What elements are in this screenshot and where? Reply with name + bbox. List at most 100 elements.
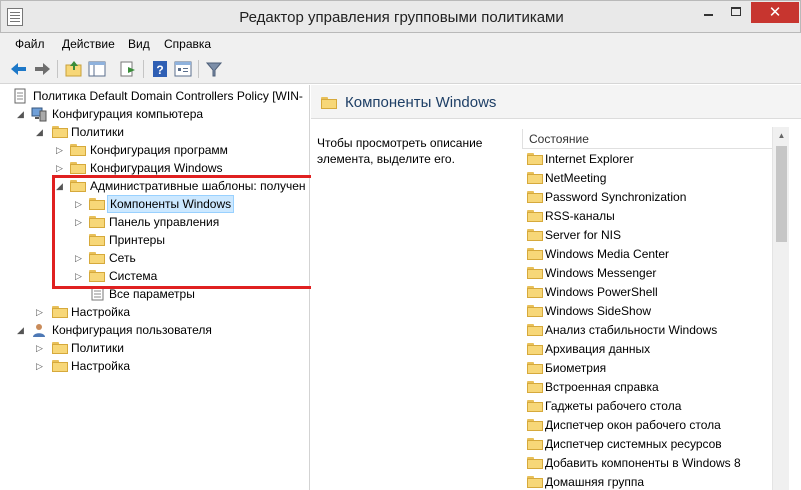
expand-arrow-icon[interactable]: ▷: [36, 342, 46, 354]
expand-arrow-icon[interactable]: ▷: [56, 162, 66, 174]
tree-item-label: Настройка: [71, 359, 131, 373]
list-item[interactable]: Windows PowerShell: [522, 282, 789, 301]
list-item[interactable]: Архивация данных: [522, 339, 789, 358]
list-item[interactable]: Домашняя группа: [522, 472, 789, 490]
list-item[interactable]: Диспетчер системных ресурсов: [522, 434, 789, 453]
list-item[interactable]: RSS-каналы: [522, 206, 789, 225]
folder-icon: [527, 457, 543, 469]
list-item-label: Windows SideShow: [545, 304, 652, 318]
tree-item-label: Настройка: [71, 305, 131, 319]
list-item[interactable]: Internet Explorer: [522, 149, 789, 168]
list-item[interactable]: Windows Messenger: [522, 263, 789, 282]
folder-icon: [527, 419, 543, 431]
tree-item-label: Конфигурация программ: [90, 143, 228, 157]
user-icon: [31, 322, 47, 337]
list-item[interactable]: Гаджеты рабочего стола: [522, 396, 789, 415]
list-item-label: NetMeeting: [545, 171, 607, 185]
scroll-up-arrow-icon[interactable]: ▲: [773, 127, 790, 144]
up-folder-icon[interactable]: [64, 59, 84, 79]
back-icon[interactable]: [9, 59, 29, 79]
filter-icon[interactable]: [204, 59, 224, 79]
vertical-scrollbar[interactable]: ▲: [772, 127, 789, 490]
tree-item-preferences[interactable]: ▷ Настройка: [0, 303, 309, 321]
folder-icon: [527, 476, 543, 488]
help-icon[interactable]: ?: [150, 59, 170, 79]
folder-icon: [52, 306, 68, 318]
toolbar: ?: [0, 55, 801, 84]
menu-bar: Файл Действие Вид Справка: [0, 33, 801, 55]
folder-icon: [527, 362, 543, 374]
tree-item-computer-config[interactable]: ◢ Конфигурация компьютера: [0, 105, 309, 123]
list-item[interactable]: Биометрия: [522, 358, 789, 377]
list-item-label: Internet Explorer: [545, 152, 634, 166]
tree-item-user-preferences[interactable]: ▷ Настройка: [0, 357, 309, 375]
expand-arrow-icon[interactable]: ◢: [17, 108, 27, 120]
menu-file[interactable]: Файл: [15, 37, 45, 51]
list-item-label: RSS-каналы: [545, 209, 615, 223]
menu-help[interactable]: Справка: [164, 37, 211, 51]
policy-doc-icon: [12, 88, 28, 104]
tree-item-software-config[interactable]: ▷ Конфигурация программ: [0, 141, 309, 159]
computer-icon: [31, 106, 47, 122]
list-item[interactable]: Server for NIS: [522, 225, 789, 244]
folder-icon: [527, 438, 543, 450]
maximize-icon: [731, 7, 741, 16]
column-header-label: Состояние: [529, 132, 589, 146]
folder-icon: [527, 153, 543, 165]
window-title: Редактор управления групповыми политикам…: [239, 9, 564, 26]
folder-icon: [527, 172, 543, 184]
expand-arrow-icon[interactable]: ▷: [36, 306, 46, 318]
details-header: Компоненты Windows: [311, 85, 801, 119]
list-item[interactable]: Password Synchronization: [522, 187, 789, 206]
tree-item-user-policies[interactable]: ▷ Политики: [0, 339, 309, 357]
list-item-label: Windows Messenger: [545, 266, 657, 280]
tree-item-label: Все параметры: [109, 287, 195, 301]
folder-icon: [527, 286, 543, 298]
list-item-label: Биометрия: [545, 361, 607, 375]
title-bar: Редактор управления групповыми политикам…: [0, 0, 801, 33]
column-header-state[interactable]: Состояние: [522, 129, 789, 149]
list-item[interactable]: Windows SideShow: [522, 301, 789, 320]
tree-item-policies[interactable]: ◢ Политики: [0, 123, 309, 141]
show-tree-icon[interactable]: [87, 59, 107, 79]
maximize-button[interactable]: [723, 2, 749, 23]
toolbar-separator: [57, 60, 58, 78]
list-item[interactable]: Встроенная справка: [522, 377, 789, 396]
list-item-label: Password Synchronization: [545, 190, 687, 204]
list-item[interactable]: NetMeeting: [522, 168, 789, 187]
tree-item-policy-root[interactable]: Политика Default Domain Controllers Poli…: [0, 87, 309, 105]
scrollbar-thumb[interactable]: [776, 146, 787, 242]
export-list-icon[interactable]: [118, 59, 138, 79]
details-pane: Компоненты Windows Чтобы просмотреть опи…: [311, 85, 801, 490]
folder-icon: [527, 229, 543, 241]
expand-arrow-icon[interactable]: ◢: [36, 126, 46, 138]
list-item-label: Анализ стабильности Windows: [545, 323, 718, 337]
folder-icon: [52, 126, 68, 138]
properties-icon[interactable]: [173, 59, 193, 79]
tree-item-label: Политики: [71, 125, 124, 139]
expand-arrow-icon[interactable]: ▷: [36, 360, 46, 372]
folder-icon: [527, 400, 543, 412]
menu-view[interactable]: Вид: [128, 37, 150, 51]
list-item-label: Server for NIS: [545, 228, 622, 242]
expand-arrow-icon[interactable]: ◢: [17, 324, 27, 336]
highlight-box: [52, 175, 315, 289]
folder-icon: [527, 324, 543, 336]
forward-icon[interactable]: [32, 59, 52, 79]
list-item[interactable]: Windows Media Center: [522, 244, 789, 263]
list-item[interactable]: Добавить компоненты в Windows 8: [522, 453, 789, 472]
list-item-label: Добавить компоненты в Windows 8: [545, 456, 741, 470]
list-item-label: Гаджеты рабочего стола: [545, 399, 682, 413]
tree-item-user-config[interactable]: ◢ Конфигурация пользователя: [0, 321, 309, 339]
menu-action[interactable]: Действие: [62, 37, 115, 51]
list-item[interactable]: Анализ стабильности Windows: [522, 320, 789, 339]
tree-item-label: Политики: [71, 341, 124, 355]
expand-arrow-icon[interactable]: ▷: [56, 144, 66, 156]
tree-item-label: Конфигурация компьютера: [52, 107, 204, 121]
list-item[interactable]: Диспетчер окон рабочего стола: [522, 415, 789, 434]
list-item-label: Встроенная справка: [545, 380, 659, 394]
details-title: Компоненты Windows: [345, 94, 497, 111]
close-button[interactable]: ✕: [751, 2, 799, 23]
minimize-button[interactable]: [696, 2, 722, 23]
folder-icon: [527, 248, 543, 260]
